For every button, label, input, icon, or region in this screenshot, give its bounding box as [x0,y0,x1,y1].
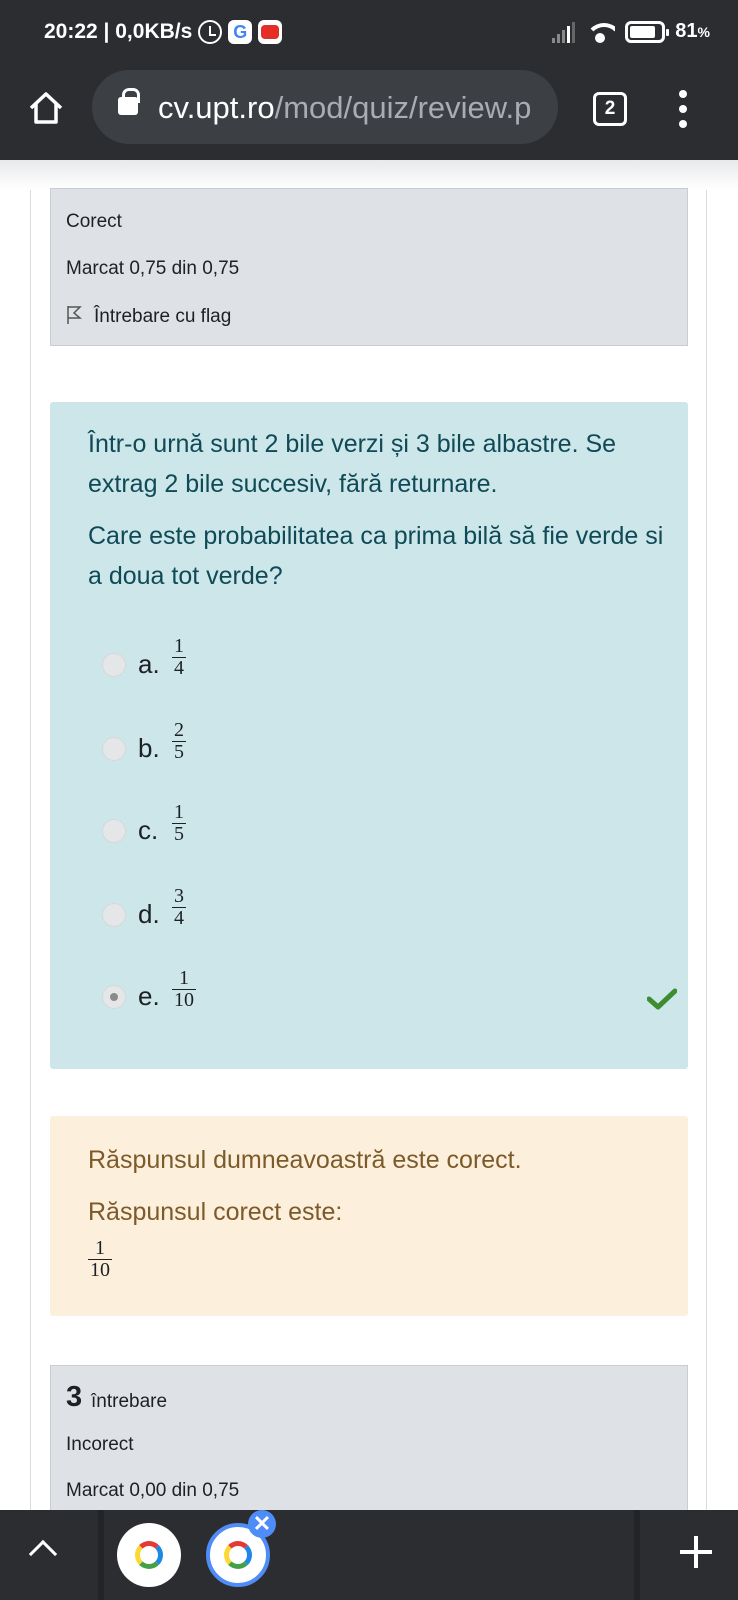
overflow-menu-icon[interactable] [677,90,689,134]
radio-button[interactable] [102,903,126,927]
tab-switcher-button[interactable]: 2 [593,92,627,126]
chevron-up-icon[interactable] [28,1539,58,1569]
answer-option-e[interactable]: e. 1 10 [102,967,677,1024]
wifi-icon [585,21,616,43]
youtube-icon [258,20,283,44]
next-question-info-box: 3 întrebare Incorect Marcat 0,00 din 0,7… [50,1365,688,1525]
toolbar-shadow [0,160,738,190]
signal-icon [552,21,576,43]
bottom-tab-bar [0,1510,738,1600]
page-content: Corect Marcat 0,75 din 0,75 Întrebare cu… [0,160,738,1550]
option-letter: c. [138,815,159,845]
option-letter: d. [138,899,160,929]
flag-label: Întrebare cu flag [94,306,232,327]
home-icon[interactable] [26,88,66,128]
option-fraction: 14 [172,635,186,679]
radio-button[interactable] [102,819,126,843]
question-info-box: Corect Marcat 0,75 din 0,75 Întrebare cu… [50,188,688,346]
question-state: Corect [66,211,122,232]
feedback-right-answer-label: Răspunsul corect este: [88,1198,343,1226]
question-mark: Marcat 0,00 din 0,75 [66,1480,240,1501]
tab-thumbnail[interactable] [117,1523,181,1587]
option-letter: b. [138,733,160,763]
divider [634,1510,640,1600]
status-bar: 20:22 | 0,0KB/s G 81% [0,0,738,68]
new-tab-plus-icon[interactable] [680,1536,712,1568]
answer-option-c[interactable]: c. 15 [102,802,662,858]
question-mark: Marcat 0,75 din 0,75 [66,258,240,279]
flag-icon [67,306,82,324]
radio-button[interactable] [102,653,126,677]
option-fraction: 1 10 [172,967,196,1011]
answer-option-a[interactable]: a. 14 [102,636,662,692]
option-letter: e. [138,981,160,1011]
question-state: Incorect [66,1434,134,1455]
question-box: Într-o urnă sunt 2 bile verzi și 3 bile … [50,402,688,1069]
question-text-2: Care este probabilitatea ca prima bilă s… [88,522,664,590]
answer-option-d[interactable]: d. 34 [102,886,662,942]
option-fraction: 25 [172,719,186,763]
option-fraction: 34 [172,885,186,929]
feedback-answer-fraction: 1 10 [88,1237,112,1281]
feedback-box: Răspunsul dumneavoastră este corect. Răs… [50,1116,688,1316]
flag-question-link[interactable]: Întrebare cu flag [66,305,231,328]
url-text[interactable]: cv.upt.ro/mod/quiz/review.p [158,90,531,126]
option-letter: a. [138,649,160,679]
correct-check-icon [647,988,677,1010]
battery-percent: 81% [675,20,710,42]
status-right: 81% [552,20,710,43]
battery-icon [625,20,670,43]
option-fraction: 15 [172,801,186,845]
answer-option-b[interactable]: b. 25 [102,720,662,776]
question-number: 3 [66,1381,83,1413]
question-word: întrebare [91,1391,168,1412]
google-icon: G [228,20,253,44]
browser-toolbar: cv.upt.ro/mod/quiz/review.p 2 [0,68,738,160]
alarm-icon [198,20,223,44]
divider [98,1510,104,1600]
close-tab-icon[interactable]: ✕ [248,1510,276,1538]
question-text-1: Într-o urnă sunt 2 bile verzi și 3 bile … [88,430,617,498]
lock-icon [118,88,140,115]
status-time-speed: 20:22 | 0,0KB/s [44,20,193,43]
radio-button-selected[interactable] [102,985,126,1009]
radio-button[interactable] [102,737,126,761]
status-left: 20:22 | 0,0KB/s G [44,20,283,44]
feedback-correct-message: Răspunsul dumneavoastră este corect. [88,1146,522,1174]
address-bar[interactable]: cv.upt.ro/mod/quiz/review.p [92,70,558,144]
